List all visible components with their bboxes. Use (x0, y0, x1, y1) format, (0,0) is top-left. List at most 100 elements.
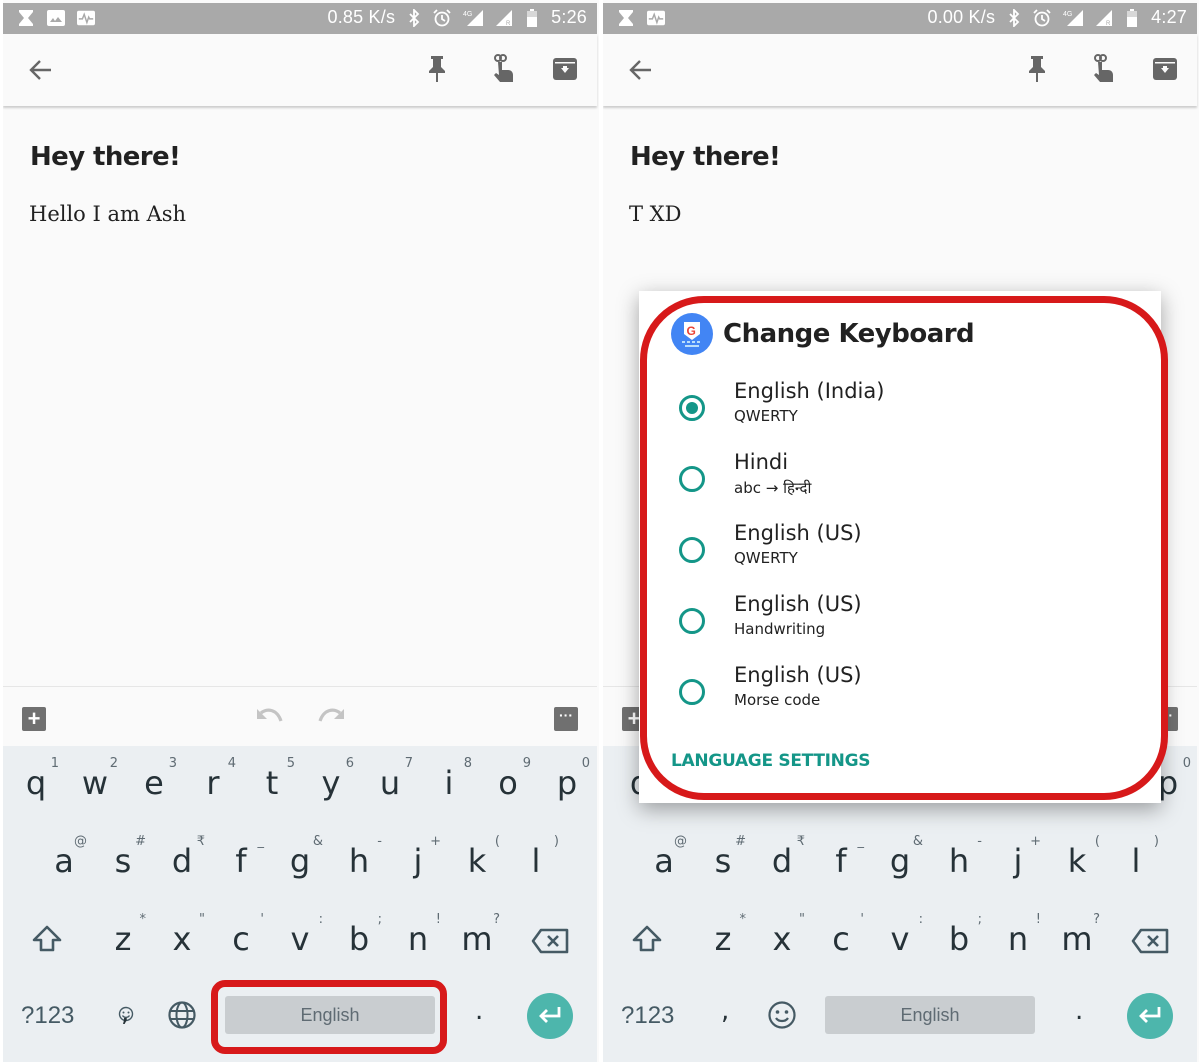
key-o[interactable]: o9 (479, 746, 537, 816)
pin-icon[interactable] (423, 54, 451, 84)
key-hint: 2 (109, 756, 118, 771)
archive-icon[interactable] (1151, 54, 1179, 84)
backspace-key[interactable] (523, 902, 581, 972)
note-title[interactable]: Hey there! (630, 142, 781, 172)
enter-key[interactable] (1127, 993, 1173, 1039)
key-f[interactable]: f _ (212, 824, 270, 894)
clock: 5:26 (551, 7, 587, 27)
key-c[interactable]: c ' (812, 902, 870, 972)
key-f[interactable]: f _ (812, 824, 870, 894)
reminder-icon[interactable] (487, 54, 515, 84)
key-hint: @ (74, 834, 87, 849)
key-n[interactable]: n! (389, 902, 447, 972)
comma-key[interactable]: , (697, 992, 755, 1062)
key-b[interactable]: b; (330, 902, 388, 972)
key-d[interactable]: d ₹ (753, 824, 811, 894)
spacebar[interactable]: English (825, 996, 1035, 1034)
bluetooth-icon (1005, 8, 1023, 27)
key-h[interactable]: h- (330, 824, 388, 894)
note-edit-bar: + ··· (3, 686, 597, 746)
key-hint: ' (860, 912, 864, 927)
pin-icon[interactable] (1023, 54, 1051, 84)
key-hint: ( (1094, 834, 1100, 849)
key-a[interactable]: a @ (35, 824, 93, 894)
key-e[interactable]: e3 (125, 746, 183, 816)
key-k[interactable]: k( (448, 824, 506, 894)
key-m[interactable]: m? (448, 902, 506, 972)
key-t[interactable]: t5 (243, 746, 301, 816)
key-u[interactable]: u7 (361, 746, 419, 816)
more-options-icon[interactable]: ··· (554, 707, 578, 731)
activity-icon (647, 9, 665, 27)
hourglass-icon (17, 9, 35, 27)
key-w[interactable]: w2 (66, 746, 124, 816)
key-m[interactable]: m? (1048, 902, 1106, 972)
back-arrow-icon[interactable] (627, 56, 655, 84)
key-v[interactable]: v: (271, 902, 329, 972)
key-g[interactable]: g & (271, 824, 329, 894)
enter-key[interactable] (527, 993, 573, 1039)
globe-icon[interactable] (167, 1000, 197, 1035)
key-hint: ₹ (796, 834, 805, 849)
note-body[interactable]: T XD (629, 202, 681, 226)
symbols-key[interactable]: ?123 (621, 1002, 674, 1030)
key-hint: ! (435, 912, 441, 927)
key-j[interactable]: j + (989, 824, 1047, 894)
comma-key[interactable]: , (97, 984, 155, 1044)
alarm-icon (1033, 8, 1051, 27)
roaming-signal-icon: R (495, 9, 513, 27)
key-hint: " (799, 912, 805, 927)
key-l[interactable]: l) (1107, 824, 1165, 894)
key-x[interactable]: x " (153, 902, 211, 972)
key-x[interactable]: x " (753, 902, 811, 972)
back-arrow-icon[interactable] (27, 56, 55, 84)
key-k[interactable]: k( (1048, 824, 1106, 894)
key-hint: 4 (227, 756, 236, 771)
key-d[interactable]: d ₹ (153, 824, 211, 894)
4g-signal-icon: 4G (461, 9, 485, 27)
add-icon[interactable]: + (22, 707, 46, 731)
key-v[interactable]: v: (871, 902, 929, 972)
key-hint: ₹ (196, 834, 205, 849)
symbols-key[interactable]: ?123 (21, 1002, 74, 1030)
shift-key[interactable] (21, 902, 79, 972)
note-body[interactable]: Hello I am Ash (29, 202, 186, 226)
redo-icon[interactable] (316, 707, 346, 729)
period-key[interactable]: . (1049, 992, 1107, 1062)
key-hint: 0 (581, 756, 590, 771)
key-n[interactable]: n! (989, 902, 1047, 972)
key-hint: 6 (345, 756, 354, 771)
key-hint: * (139, 912, 147, 927)
hourglass-icon (617, 9, 635, 27)
key-z[interactable]: z * (94, 902, 152, 972)
key-q[interactable]: q1 (7, 746, 65, 816)
undo-icon[interactable] (255, 707, 285, 729)
backspace-key[interactable] (1123, 902, 1181, 972)
svg-text:4G: 4G (463, 11, 472, 18)
image-icon (47, 9, 65, 27)
period-key[interactable]: . (449, 992, 507, 1062)
key-b[interactable]: b; (930, 902, 988, 972)
key-a[interactable]: a @ (635, 824, 693, 894)
archive-icon[interactable] (551, 54, 579, 84)
key-l[interactable]: l) (507, 824, 565, 894)
key-r[interactable]: r4 (184, 746, 242, 816)
key-h[interactable]: h- (930, 824, 988, 894)
battery-icon (523, 8, 541, 27)
key-p[interactable]: p0 (538, 746, 596, 816)
key-z[interactable]: z * (694, 902, 752, 972)
key-g[interactable]: g & (871, 824, 929, 894)
key-j[interactable]: j + (389, 824, 447, 894)
shift-key[interactable] (621, 902, 679, 972)
key-c[interactable]: c ' (212, 902, 270, 972)
key-hint: : (318, 912, 323, 927)
reminder-icon[interactable] (1087, 54, 1115, 84)
key-y[interactable]: y6 (302, 746, 360, 816)
note-title[interactable]: Hey there! (30, 142, 181, 172)
key-hint: ; (977, 912, 982, 927)
key-i[interactable]: i8 (420, 746, 478, 816)
emoji-icon[interactable] (767, 1000, 797, 1035)
key-hint: 5 (286, 756, 295, 771)
key-s[interactable]: s # (694, 824, 752, 894)
key-s[interactable]: s # (94, 824, 152, 894)
